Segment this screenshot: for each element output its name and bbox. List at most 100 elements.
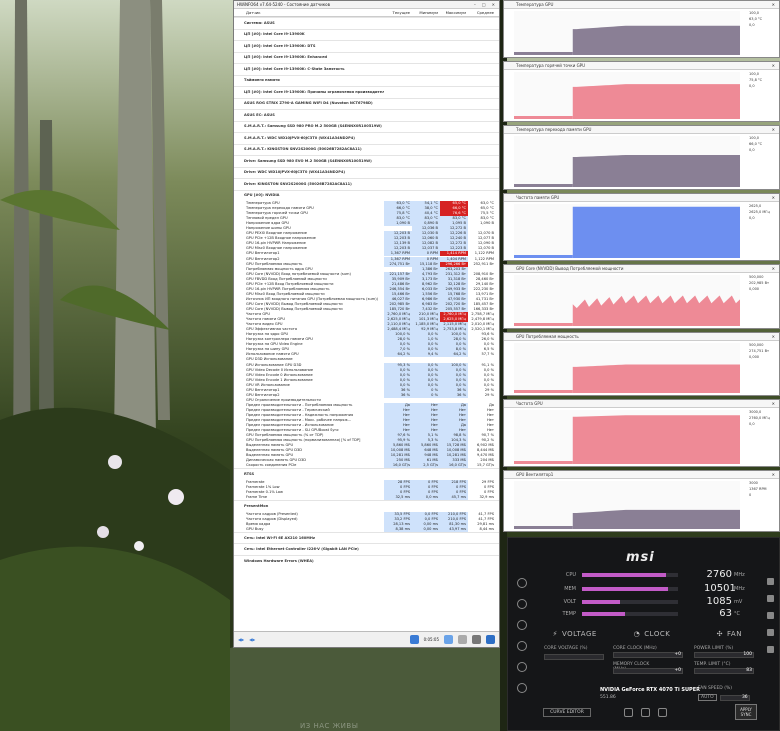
info-icon[interactable] bbox=[517, 620, 527, 630]
minimize-icon[interactable]: – bbox=[474, 2, 476, 7]
sensor-group-row[interactable]: ЦП [#0]: Intel Core i9-13900K: C-State З… bbox=[234, 63, 499, 75]
sensor-group-row[interactable]: Система: ASUS bbox=[234, 17, 499, 29]
sensor-group-row[interactable]: Windows Hardware Errors (WHEA) bbox=[234, 554, 499, 567]
clock-icon[interactable] bbox=[444, 635, 453, 644]
sensor-group-row[interactable]: Drive: KINGSTON SNV2S2000G (50026B7282AC… bbox=[234, 178, 499, 190]
msi-left-toolbar bbox=[514, 578, 530, 693]
graph-min-label: 0,0 bbox=[749, 23, 755, 27]
column-min[interactable]: Минимум bbox=[412, 10, 440, 15]
close-icon[interactable]: ✕ bbox=[772, 266, 779, 271]
sensor-row[interactable]: Frame Time 32,5 ms 0,0 ms 45,7 ms 32,9 ms bbox=[234, 495, 499, 501]
stat-unit: mV bbox=[734, 598, 743, 605]
column-current[interactable]: Текущее bbox=[384, 10, 412, 15]
sensor-row[interactable]: GPU Busy 8,38 ms 0,00 ms 43,97 ms 8,44 ms bbox=[234, 526, 499, 532]
network-icon[interactable] bbox=[409, 635, 419, 644]
graph-baseline bbox=[514, 526, 573, 529]
stat-bar-fill bbox=[582, 586, 669, 591]
sensor-group-row[interactable]: ЦП [#0]: Intel Core i9-13900K: DTS bbox=[234, 40, 499, 52]
screen-icon[interactable] bbox=[517, 683, 527, 693]
sensor-group-row[interactable]: S.M.A.R.T.: Samsung SSD 980 PRO M.2 500G… bbox=[234, 120, 499, 133]
fan-speed-slider[interactable]: 36 bbox=[719, 694, 750, 701]
close-icon[interactable]: ✕ bbox=[772, 127, 779, 132]
graph-series-area bbox=[572, 84, 740, 119]
graph-window[interactable]: GPU Core (NVVDD) Вывод Потребляемой мощн… bbox=[503, 264, 780, 329]
sensor-group-row[interactable]: ЦП [#0]: Intel Core i9-13900K bbox=[234, 28, 499, 41]
graph-window[interactable]: Температура перехода памяти GPU ✕ 100,0 66,… bbox=[503, 125, 780, 190]
graph-window[interactable]: Температура горячей точки GPU ✕ 100,0 75,8 … bbox=[503, 61, 780, 122]
sensor-group-row[interactable]: S.M.A.R.T.: WDC WD10JPVX-60JC3T0 (WX41A3… bbox=[234, 132, 499, 144]
curve-editor-button[interactable]: CURVE EDITOR bbox=[543, 708, 591, 717]
sensor-group-row[interactable]: Drive: Samsung SSD 980 EVO M.2 500GB (S4… bbox=[234, 155, 499, 167]
value-avg: 15,7 GT/s bbox=[476, 463, 494, 468]
stat-label: MEM bbox=[564, 585, 576, 592]
close-icon[interactable]: ✕ bbox=[772, 334, 779, 339]
sensor-group-row[interactable]: PresentMon bbox=[234, 500, 499, 512]
apply-check-icon[interactable] bbox=[657, 708, 667, 717]
column-avg[interactable]: Среднее bbox=[468, 10, 496, 15]
memory-clock-slider[interactable]: +0 bbox=[613, 668, 683, 674]
temp-limit-slider[interactable]: 83 bbox=[694, 668, 754, 674]
core-voltage-slider[interactable] bbox=[544, 654, 604, 660]
close-icon[interactable]: ✕ bbox=[492, 2, 495, 7]
sensor-group-row[interactable]: Drive: WDC WD10JPVX-60JC3T0 (WX41A34ND2P… bbox=[234, 166, 499, 179]
monitor-icon[interactable] bbox=[517, 641, 527, 651]
tab-fan[interactable]: ✣ FAN bbox=[691, 627, 768, 641]
value-avg: 252,911 Вт bbox=[473, 261, 494, 266]
column-sensor[interactable]: Датчик bbox=[234, 10, 384, 15]
oc-scanner-icon[interactable] bbox=[517, 599, 527, 609]
sensor-list: Система: ASUS ЦП [#0]: Intel Core i9-1390… bbox=[234, 17, 499, 566]
nav-arrows-icon[interactable]: ◀▶ bbox=[238, 637, 244, 642]
column-max[interactable]: Максимум bbox=[440, 10, 468, 15]
stat-label: VOLT bbox=[563, 598, 576, 605]
sensor-group-row[interactable]: ASUS EC: ASUS bbox=[234, 109, 499, 121]
fan-auto-button[interactable]: AUTO bbox=[698, 694, 717, 701]
close-icon[interactable]: ✕ bbox=[772, 401, 779, 406]
value-min: 0 % bbox=[412, 392, 440, 398]
report-icon[interactable] bbox=[458, 635, 467, 644]
save-icon[interactable] bbox=[640, 708, 650, 717]
settings-icon[interactable] bbox=[472, 635, 481, 644]
value-avg: 8,44 ms bbox=[479, 526, 494, 531]
graph-window[interactable]: Температура GPU ✕ 100,0 63,0 °C 0,0 bbox=[503, 0, 780, 58]
watermark-text: ИЗ НАС ЖИВЫ bbox=[300, 722, 359, 730]
sensor-group-row[interactable]: ASUS ROG STRIX Z790-A GAMING WIFI D4 (Nu… bbox=[234, 97, 499, 110]
graph-min-label: 0,0 bbox=[749, 84, 755, 88]
sensor-group-row[interactable]: Тайминги памяти bbox=[234, 74, 499, 87]
stat-label: TEMP bbox=[562, 610, 576, 617]
graph-baseline bbox=[514, 52, 573, 55]
sensor-group-row[interactable]: ЦП [#0]: Intel Core i9-13900K: Причины о… bbox=[234, 86, 499, 98]
close-icon[interactable]: ✕ bbox=[772, 2, 779, 7]
value-min: 2,5 GT/s bbox=[412, 463, 440, 469]
maximize-icon[interactable]: □ bbox=[482, 2, 486, 7]
sensor-group-row[interactable]: Сеть: Intel Ethernet Controller I226-V (… bbox=[234, 543, 499, 555]
tab-voltage[interactable]: ⚡ VOLTAGE bbox=[536, 627, 613, 641]
voltage-panel: CORE VOLTAGE (%) bbox=[544, 646, 604, 676]
sensor-group-row[interactable]: Сеть: Intel Wi-Fi 6E AX210 160MHz bbox=[234, 531, 499, 544]
apply-sync-button[interactable]: APPLY SYNC bbox=[735, 704, 757, 720]
tab-clock[interactable]: ◔ CLOCK bbox=[613, 627, 690, 641]
close-icon[interactable] bbox=[486, 635, 495, 644]
sensor-group-row[interactable]: S.M.A.R.T.: KINGSTON SNV2S2000G (50026B7… bbox=[234, 143, 499, 156]
profile-5-icon[interactable] bbox=[766, 646, 774, 653]
sensor-row[interactable]: Скорость соединения PCIe 16,0 GT/s 2,5 GT/… bbox=[234, 463, 499, 469]
core-clock-slider[interactable]: +0 bbox=[613, 652, 683, 658]
sensor-group-row[interactable]: RTSS bbox=[234, 468, 499, 480]
sensor-group-row[interactable]: GPU [#0]: NVIDIA bbox=[234, 189, 499, 202]
k-boost-icon[interactable] bbox=[517, 578, 527, 588]
core-clock-label: CORE CLOCK (MHz) bbox=[613, 646, 657, 651]
nav-arrows-icon-2[interactable]: ◀▶ bbox=[249, 637, 255, 642]
graph-window[interactable]: GPU Вентилятор1 ✕ 3000 1367 RPM 0 bbox=[503, 470, 780, 532]
reset-icon[interactable] bbox=[623, 708, 633, 717]
sensor-group-row[interactable]: ЦП [#0]: Intel Core i9-13900K: Enhanced bbox=[234, 51, 499, 64]
close-icon[interactable]: ✕ bbox=[772, 63, 779, 68]
graph-window[interactable]: Частота GPU ✕ 3000,0 2760,0 МГц 0,0 bbox=[503, 399, 780, 467]
power-limit-slider[interactable]: 100 bbox=[694, 652, 754, 658]
close-icon[interactable]: ✕ bbox=[772, 195, 779, 200]
hwinfo-column-header: Датчик Текущее Минимум Максимум Среднее bbox=[234, 9, 499, 17]
msi-tabs: ⚡ VOLTAGE ◔ CLOCK ✣ FAN bbox=[536, 627, 768, 641]
graph-window[interactable]: GPU Потребляемая мощность ✕ 500,000 274,751… bbox=[503, 332, 780, 396]
graph-window[interactable]: Частота памяти GPU ✕ 2625,0 2625,0 МГц 0,0 bbox=[503, 193, 780, 261]
settings-icon[interactable] bbox=[517, 662, 527, 672]
close-icon[interactable]: ✕ bbox=[772, 472, 779, 477]
graph-max-label: 500,000 bbox=[749, 275, 764, 279]
